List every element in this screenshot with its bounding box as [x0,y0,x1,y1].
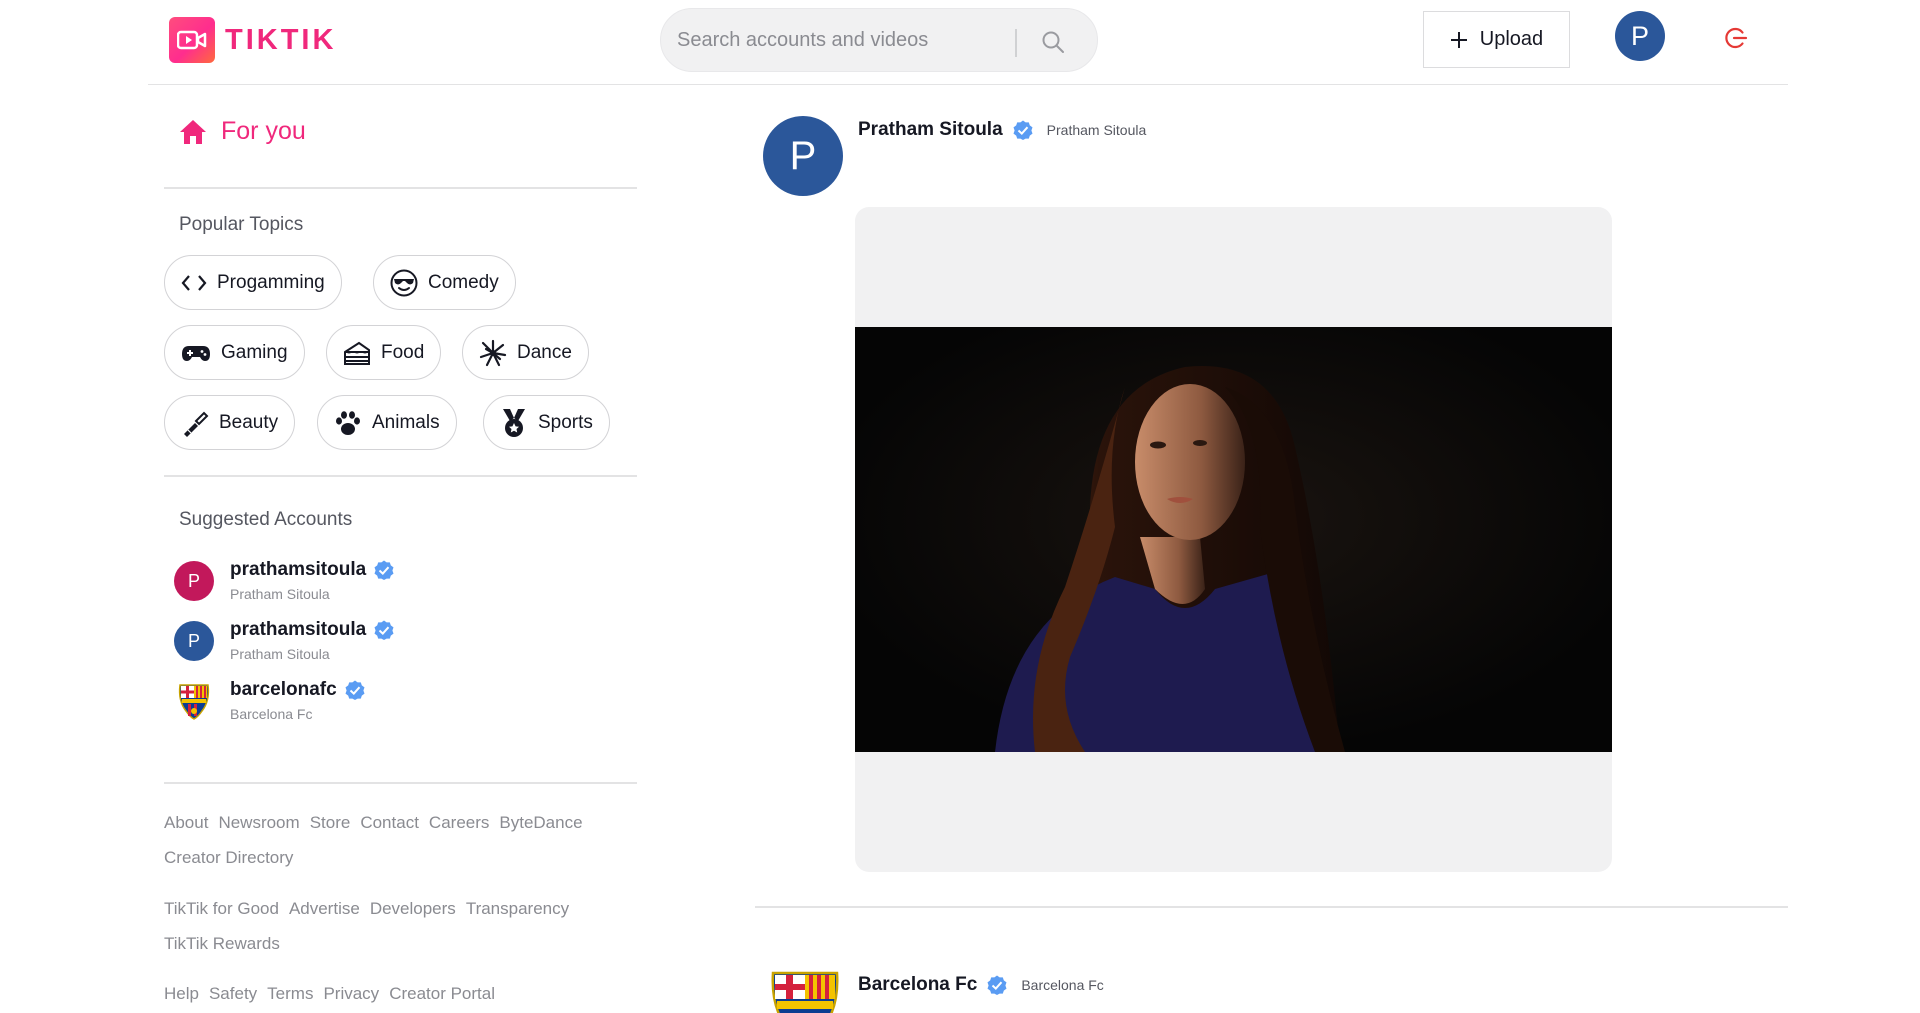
post-author-handle: Barcelona Fc [1021,977,1104,993]
barcelona-crest-icon [174,681,214,721]
sidebar-item-for-you[interactable]: For you [179,117,306,146]
footer-link[interactable]: Creator Portal [389,984,495,1003]
logout-icon [1725,27,1748,49]
sidebar-divider [164,782,637,784]
search-button[interactable] [1035,25,1071,59]
feed-divider [755,906,1788,908]
account-username: prathamsitoula [230,619,367,640]
app-logo[interactable]: TIKTIK [169,17,336,63]
topic-programming[interactable]: Progamming [164,255,342,310]
post-header: Pratham Sitoula Pratham Sitoula [858,119,1146,141]
for-you-label: For you [221,117,306,145]
plus-icon [1450,31,1467,48]
topic-label: Beauty [219,411,279,433]
brush-icon [184,411,209,437]
verified-badge-icon [374,560,394,580]
topic-food[interactable]: Food [326,325,442,380]
video-card [855,207,1612,872]
topic-label: Progamming [217,271,325,293]
topic-sports[interactable]: Sports [483,395,610,450]
suggested-account[interactable]: P prathamsitoula Pratham Sitoula [174,619,394,662]
video-frame [855,327,1612,752]
footer-link[interactable]: ByteDance [499,813,582,832]
account-username: prathamsitoula [230,559,367,580]
footer-link[interactable]: Privacy [323,984,379,1003]
suggested-account[interactable]: P prathamsitoula Pratham Sitoula [174,559,394,602]
topic-beauty[interactable]: Beauty [164,395,296,450]
footer-link[interactable]: About [164,813,208,832]
dancer-icon [479,339,507,366]
footer-link[interactable]: TikTik for Good [164,899,279,918]
topic-dance[interactable]: Dance [462,325,589,380]
footer-link[interactable]: Developers [370,899,456,918]
search-divider [1015,29,1017,57]
footer-link[interactable]: Contact [360,813,419,832]
popular-topics-title: Popular Topics [179,214,304,235]
user-avatar[interactable]: P [1615,11,1665,61]
sidebar: For you Popular Topics Progamming Comedy… [164,85,637,1013]
footer-link[interactable]: Help [164,984,199,1003]
footer-links-group: About Newsroom Store Contact Careers ByteDanc… [164,805,637,875]
gamepad-icon [182,345,210,361]
footer-link[interactable]: Store [310,813,351,832]
account-name: Pratham Sitoula [230,646,330,662]
top-navbar: TIKTIK Upload P [148,0,1788,85]
medal-icon [503,408,525,437]
upload-button[interactable]: Upload [1423,11,1570,68]
footer-link[interactable]: Transparency [466,899,569,918]
post-author-name[interactable]: Pratham Sitoula [858,119,1003,141]
footer-link[interactable]: Safety [209,984,257,1003]
account-name: Barcelona Fc [230,706,313,722]
footer-link[interactable]: Newsroom [218,813,299,832]
verified-badge-icon [374,620,394,640]
topic-label: Sports [538,411,593,433]
video-player[interactable] [855,327,1612,752]
search-icon [1042,31,1064,53]
topic-label: Animals [372,411,440,433]
sunglasses-face-icon [390,269,418,296]
paw-icon [336,410,360,435]
sidebar-divider [164,187,637,189]
cake-icon [344,341,370,365]
barcelona-crest-icon[interactable] [765,965,845,1013]
upload-label: Upload [1479,28,1544,50]
post-header: Barcelona Fc Barcelona Fc [858,974,1104,996]
suggested-accounts-title: Suggested Accounts [179,509,353,530]
footer-links-group: TikTik for Good Advertise Developers Transp… [164,891,637,961]
verified-badge-icon [1013,120,1033,140]
search-input[interactable] [677,23,1017,57]
post-author-name[interactable]: Barcelona Fc [858,974,977,996]
topic-label: Comedy [428,271,499,293]
video-camera-icon [169,17,215,63]
logout-button[interactable] [1723,25,1749,51]
footer-link[interactable]: Creator Directory [164,848,293,867]
avatar: P [174,561,214,601]
footer-links-group: Help Safety Terms Privacy Creator Portal [164,976,637,1011]
verified-badge-icon [987,975,1007,995]
app-name: TIKTIK [225,23,337,56]
search-bar [660,8,1098,72]
suggested-account[interactable]: barcelonafc Barcelona Fc [174,679,365,722]
footer-link[interactable]: Careers [429,813,489,832]
code-icon [181,274,207,291]
footer-link[interactable]: Advertise [289,899,360,918]
account-username: barcelonafc [230,679,337,700]
account-name: Pratham Sitoula [230,586,330,602]
sidebar-divider [164,475,637,477]
footer-link[interactable]: TikTik Rewards [164,934,280,953]
home-icon [180,119,206,144]
post-author-handle: Pratham Sitoula [1046,122,1147,138]
topic-label: Gaming [221,341,288,363]
footer-link[interactable]: Terms [267,984,313,1003]
topic-label: Food [381,341,425,363]
topic-animals[interactable]: Animals [317,395,457,450]
verified-badge-icon [345,680,365,700]
avatar: P [174,621,214,661]
post-author-avatar[interactable]: P [763,116,843,196]
topic-label: Dance [517,341,572,363]
topic-gaming[interactable]: Gaming [164,325,305,380]
topic-comedy[interactable]: Comedy [373,255,516,310]
